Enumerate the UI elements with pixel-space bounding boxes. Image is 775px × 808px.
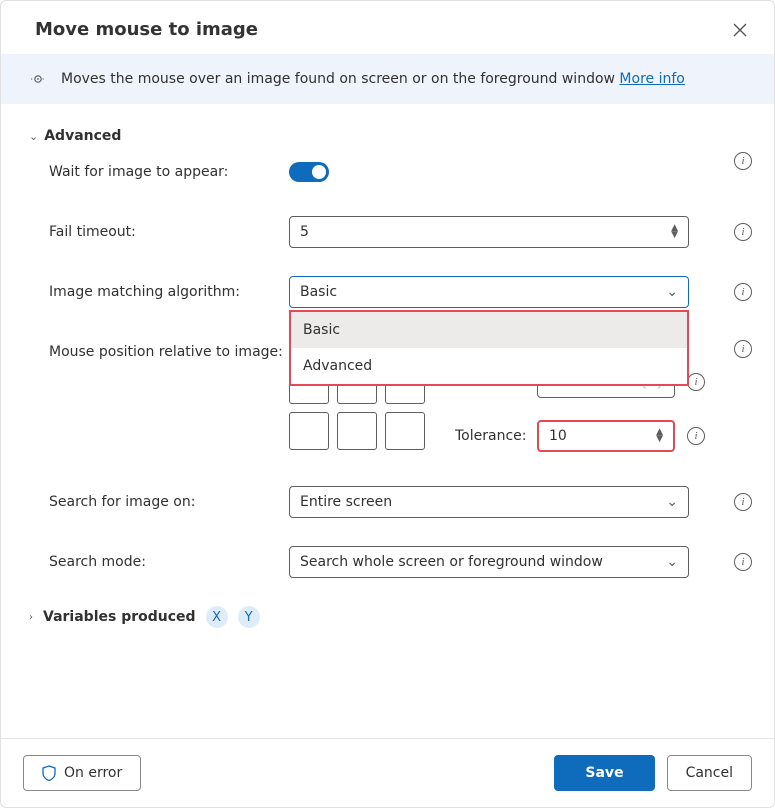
toggle-knob <box>312 165 326 179</box>
wait-label: Wait for image to appear: <box>49 164 289 180</box>
cancel-label: Cancel <box>686 765 733 781</box>
dialog-title: Move mouse to image <box>35 19 258 40</box>
algorithm-row: Image matching algorithm: Basic ⌄ i Basi… <box>29 276 752 308</box>
position-cell[interactable] <box>289 412 329 450</box>
tolerance-input[interactable]: 10 ▲▼ <box>537 420 675 452</box>
dropdown-option-advanced[interactable]: Advanced <box>291 348 687 384</box>
wait-for-image-row: Wait for image to appear: i <box>29 162 752 182</box>
info-icon[interactable]: i <box>734 152 752 170</box>
search-mode-label: Search mode: <box>49 554 289 570</box>
close-button[interactable] <box>730 20 750 40</box>
chevron-down-icon: ⌄ <box>666 554 678 570</box>
tolerance-row: Tolerance: 10 ▲▼ i <box>455 420 705 452</box>
search-mode-value: Search whole screen or foreground window <box>300 554 603 570</box>
chevron-down-icon: ⌄ <box>666 494 678 510</box>
search-mode-select[interactable]: Search whole screen or foreground window… <box>289 546 689 578</box>
info-icon[interactable]: i <box>687 427 705 445</box>
dialog-header: Move mouse to image <box>1 1 774 54</box>
more-info-link[interactable]: More info <box>619 71 684 87</box>
search-on-row: Search for image on: Entire screen ⌄ i <box>29 486 752 518</box>
advanced-title: Advanced <box>44 128 121 144</box>
cancel-button[interactable]: Cancel <box>667 755 752 791</box>
dialog-footer: On error Save Cancel <box>1 738 774 807</box>
info-icon[interactable]: i <box>734 283 752 301</box>
search-on-label: Search for image on: <box>49 494 289 510</box>
algorithm-label: Image matching algorithm: <box>49 284 289 300</box>
tolerance-value: 10 <box>549 428 567 444</box>
dialog: Move mouse to image Moves the mouse over… <box>0 0 775 808</box>
dialog-body: ⌄ Advanced Wait for image to appear: i F… <box>1 104 774 738</box>
banner-description: Moves the mouse over an image found on s… <box>61 71 619 87</box>
wait-toggle[interactable] <box>289 162 329 182</box>
close-icon <box>733 23 747 37</box>
save-button[interactable]: Save <box>554 755 654 791</box>
algorithm-select[interactable]: Basic ⌄ <box>289 276 689 308</box>
variable-badge-x[interactable]: X <box>206 606 228 628</box>
info-icon[interactable]: i <box>734 340 752 358</box>
step-down-icon: ▼ <box>656 436 663 443</box>
chevron-right-icon: › <box>29 612 33 623</box>
stepper-buttons[interactable]: ▲▼ <box>671 225 678 239</box>
search-on-value: Entire screen <box>300 494 392 510</box>
stepper-buttons[interactable]: ▲▼ <box>656 429 663 443</box>
step-down-icon: ▼ <box>671 232 678 239</box>
fail-timeout-value: 5 <box>300 224 309 240</box>
variables-produced-toggle[interactable]: › Variables produced X Y <box>29 606 752 628</box>
advanced-section-toggle[interactable]: ⌄ Advanced <box>29 128 752 144</box>
fail-timeout-label: Fail timeout: <box>49 224 289 240</box>
tolerance-label: Tolerance: <box>455 428 525 444</box>
chevron-down-icon: ⌄ <box>29 131 38 142</box>
variable-badge-y[interactable]: Y <box>238 606 260 628</box>
mouse-position-label: Mouse position relative to image: <box>49 340 289 360</box>
variables-produced-label: Variables produced <box>43 609 196 625</box>
dropdown-option-basic[interactable]: Basic <box>291 312 687 348</box>
save-label: Save <box>585 765 623 781</box>
shield-icon <box>42 765 56 781</box>
algorithm-dropdown: Basic Advanced <box>289 310 689 386</box>
search-mode-row: Search mode: Search whole screen or fore… <box>29 546 752 578</box>
info-icon[interactable]: i <box>734 223 752 241</box>
on-error-button[interactable]: On error <box>23 755 141 791</box>
fail-timeout-row: Fail timeout: 5 ▲▼ i <box>29 216 752 248</box>
search-on-select[interactable]: Entire screen ⌄ <box>289 486 689 518</box>
position-cell[interactable] <box>385 412 425 450</box>
chevron-down-icon: ⌄ <box>666 284 678 300</box>
mouse-move-icon <box>29 70 47 88</box>
info-icon[interactable]: i <box>734 493 752 511</box>
banner-text: Moves the mouse over an image found on s… <box>61 71 685 87</box>
algorithm-value: Basic <box>300 284 337 300</box>
info-icon[interactable]: i <box>734 553 752 571</box>
info-icon[interactable]: i <box>687 373 705 391</box>
info-banner: Moves the mouse over an image found on s… <box>1 54 774 104</box>
on-error-label: On error <box>64 765 122 781</box>
fail-timeout-input[interactable]: 5 ▲▼ <box>289 216 689 248</box>
position-cell[interactable] <box>337 412 377 450</box>
